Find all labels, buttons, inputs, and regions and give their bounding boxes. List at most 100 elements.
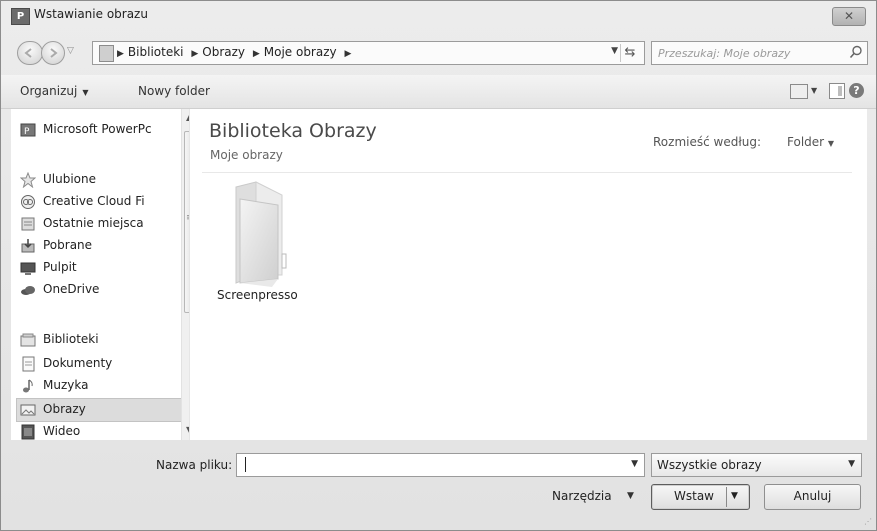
creative-cloud-icon [21,195,35,209]
header-divider [202,172,852,173]
breadcrumb-separator-icon[interactable]: ▶ [344,49,351,59]
breadcrumb-item[interactable]: Obrazy [202,45,245,59]
arrange-by-label: Rozmieść według: [653,135,761,149]
sidebar-item-label: Creative Cloud Fi [43,194,145,208]
file-list-area: Biblioteka Obrazy Moje obrazy Rozmieść w… [189,109,867,440]
preview-pane-icon[interactable] [829,83,845,99]
sidebar-item-label: Wideo [43,424,81,438]
folder-item[interactable] [220,179,290,289]
resize-grip-icon[interactable]: ⋰ [864,517,872,526]
sidebar-item-label: Ostatnie miejsca [43,216,144,230]
sidebar-item-label: OneDrive [43,282,100,296]
view-dropdown-icon[interactable]: ▼ [811,86,817,95]
sidebar-item-pictures[interactable]: Obrazy [16,398,182,422]
svg-text:P: P [24,127,30,137]
insert-options-dropdown-icon[interactable]: ▼ [731,485,738,508]
recent-places-icon [21,217,35,231]
navigation-pane: P Microsoft PowerPc Ulubione Creative Cl… [11,109,198,443]
help-icon[interactable]: ? [849,83,864,98]
music-icon [23,379,33,393]
sidebar-item-downloads[interactable]: Pobrane [17,235,181,257]
video-icon [21,424,35,440]
sidebar-item-label: Pulpit [43,260,77,274]
filetype-select[interactable]: Wszystkie obrazy ▼ [651,453,862,477]
folder-icon [235,181,287,287]
sidebar-item-powerpoint[interactable]: P Microsoft PowerPc [17,119,181,141]
chevron-down-icon: ▼ [827,139,835,148]
chevron-down-icon: ▼ [82,88,89,97]
filename-combobox: ▼ [236,453,645,477]
tools-dropdown-icon[interactable]: ▼ [627,491,634,501]
search-box [651,41,868,65]
sidebar-item-label: Pobrane [43,238,93,252]
powerpoint-icon: P [20,123,36,137]
documents-icon [22,356,35,372]
refresh-icon: ⇆ [624,45,636,60]
organize-menu[interactable]: Organizuj ▼ [20,84,88,98]
sidebar-item-documents[interactable]: Dokumenty [17,353,181,375]
breadcrumb-separator-icon[interactable]: ▶ [253,49,260,59]
insert-button[interactable]: Wstaw ▼ [651,484,750,510]
chevron-down-icon: ▼ [848,459,855,469]
address-bar[interactable]: ▶ Biblioteki ▶ Obrazy ▶ Moje obrazy ▶ ▼ ⇆ [92,41,645,65]
address-dropdown-icon[interactable]: ▼ [611,46,618,56]
back-button[interactable] [17,41,43,65]
star-icon [20,172,36,188]
sidebar-item-recent-places[interactable]: Ostatnie miejsca [17,213,181,235]
folder-name[interactable]: Screenpresso [217,288,298,302]
downloads-icon [21,239,35,253]
forward-arrow-icon [50,48,58,58]
pictures-icon [20,404,36,416]
sidebar-item-libraries[interactable]: Biblioteki [17,329,181,351]
close-button[interactable]: ✕ [832,7,866,26]
sidebar-item-label: Muzyka [43,378,89,392]
breadcrumb-item[interactable]: Moje obrazy [264,45,337,59]
library-icon [99,45,114,62]
window-title: Wstawianie obrazu [34,7,148,21]
sidebar-item-label: Ulubione [43,172,97,186]
title-bar: P Wstawianie obrazu ✕ [1,1,876,33]
arrange-by-dropdown[interactable]: Folder ▼ [787,135,834,149]
library-subtitle: Moje obrazy [210,148,283,162]
onedrive-icon [21,286,35,295]
filename-label: Nazwa pliku: [156,458,233,472]
desktop-icon [20,262,36,275]
breadcrumb: ▶ Biblioteki ▶ Obrazy ▶ Moje obrazy ▶ [117,45,355,59]
sidebar-item-creative-cloud[interactable]: Creative Cloud Fi [17,191,181,213]
split-divider [726,487,727,507]
sidebar-item-label: Obrazy [43,402,86,416]
filetype-value: Wszystkie obrazy [657,458,762,472]
sidebar-item-desktop[interactable]: Pulpit [17,257,181,279]
breadcrumb-separator-icon[interactable]: ▶ [117,49,124,59]
forward-button[interactable] [41,41,65,65]
tools-menu[interactable]: Narzędzia [552,489,612,503]
cancel-button[interactable]: Anuluj [764,484,861,510]
search-input[interactable] [656,44,840,62]
recent-pages-dropdown[interactable]: ▽ [67,46,74,56]
arrange-by-value: Folder [787,135,825,149]
insert-picture-dialog: P Wstawianie obrazu ✕ ▽ ▶ Biblioteki ▶ Obr… [0,0,877,531]
organize-label: Organizuj [20,84,78,98]
filename-dropdown-icon[interactable]: ▼ [631,459,638,469]
breadcrumb-separator-icon[interactable]: ▶ [191,49,198,59]
sidebar-item-label: Dokumenty [43,356,113,370]
address-row: ▽ ▶ Biblioteki ▶ Obrazy ▶ Moje obrazy ▶ ▼ ⇆ [1,39,876,71]
powerpoint-app-icon: P [11,8,30,25]
library-title: Biblioteka Obrazy [209,120,377,142]
search-icon[interactable] [849,45,863,59]
refresh-button[interactable]: ⇆ [620,44,639,62]
new-folder-button[interactable]: Nowy folder [138,84,210,98]
change-view-icon[interactable] [790,84,808,99]
sidebar-item-label: Microsoft PowerPc [43,122,152,136]
sidebar-item-video[interactable]: Wideo [17,421,181,443]
libraries-icon [20,333,36,347]
close-icon: ✕ [843,9,855,23]
sidebar-item-favorites[interactable]: Ulubione [17,169,181,191]
back-arrow-icon [24,48,32,58]
insert-button-label: Wstaw [674,489,714,503]
sidebar-item-music[interactable]: Muzyka [17,375,181,397]
breadcrumb-item[interactable]: Biblioteki [128,45,184,59]
sidebar-item-label: Biblioteki [43,332,99,346]
sidebar-item-onedrive[interactable]: OneDrive [17,279,181,301]
filename-input[interactable] [241,456,615,474]
